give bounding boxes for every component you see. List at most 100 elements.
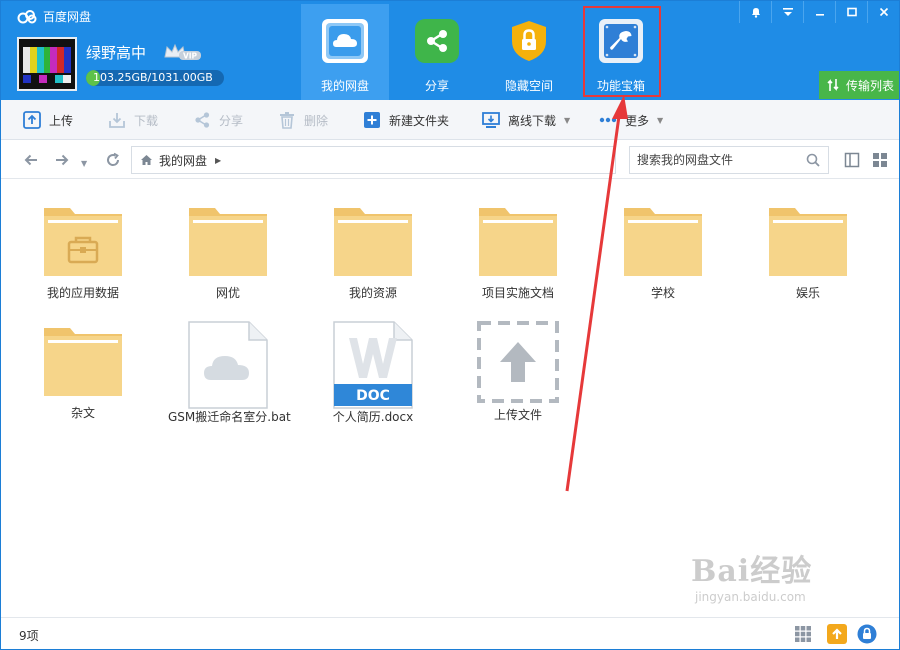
app-data-folder-icon xyxy=(23,200,143,278)
tab-share[interactable]: 分享 xyxy=(393,4,481,100)
transfer-list-label: 传输列表 xyxy=(846,78,895,93)
minimize-icon[interactable] xyxy=(803,1,835,23)
grid-view-icon[interactable] xyxy=(872,152,888,168)
baidu-cloud-logo-icon xyxy=(17,9,37,23)
download-icon xyxy=(109,113,125,128)
delete-label: 删除 xyxy=(304,113,329,128)
search-box[interactable] xyxy=(629,146,829,174)
new-folder-icon xyxy=(364,112,380,128)
lock-status-icon[interactable] xyxy=(857,624,877,644)
app-brand: 百度网盘 xyxy=(17,8,91,25)
offline-download-button[interactable]: 离线下载 ▼ xyxy=(482,100,570,140)
file-item[interactable]: DOC 个人简历.docx xyxy=(313,320,433,430)
baidu-netdisk-window: 百度网盘 绿野高中 VIP 103.25GB/1031.00GB 我的网盘 分享… xyxy=(0,0,900,650)
maximize-icon[interactable] xyxy=(835,1,867,23)
search-icon[interactable] xyxy=(806,153,820,167)
folder-item[interactable]: 我的应用数据 xyxy=(23,200,143,310)
upload-file-tile[interactable]: 上传文件 xyxy=(458,320,578,430)
offline-download-icon xyxy=(482,112,500,128)
close-icon[interactable] xyxy=(867,1,899,23)
svg-text:DOC: DOC xyxy=(356,388,390,404)
download-label: 下载 xyxy=(134,113,159,128)
bell-icon[interactable] xyxy=(739,1,771,23)
cloud-icon xyxy=(322,19,368,63)
avatar[interactable] xyxy=(17,37,77,91)
list-view-icon[interactable] xyxy=(844,152,860,168)
folder-icon xyxy=(168,200,288,278)
upload-button[interactable]: 上传 xyxy=(23,100,73,140)
download-button[interactable]: 下载 xyxy=(108,100,158,140)
chevron-right-icon[interactable]: ▶ xyxy=(215,156,221,165)
delete-button[interactable]: 删除 xyxy=(278,100,328,140)
folder-icon xyxy=(748,200,868,278)
folder-item[interactable]: 项目实施文档 xyxy=(458,200,578,310)
item-name: 学校 xyxy=(650,286,675,300)
bat-file-icon xyxy=(168,320,288,410)
new-folder-button[interactable]: 新建文件夹 xyxy=(363,100,449,140)
breadcrumb[interactable]: 我的网盘 ▶ xyxy=(131,146,616,174)
folder-icon xyxy=(313,200,433,278)
refresh-icon[interactable] xyxy=(105,152,121,171)
item-count: 9项 xyxy=(19,629,39,643)
tab-label: 分享 xyxy=(424,79,449,93)
more-button[interactable]: 更多 ▼ xyxy=(599,100,663,140)
apps-grid-icon[interactable] xyxy=(794,625,812,643)
transfer-list-button[interactable]: 传输列表 xyxy=(819,71,899,99)
new-folder-label: 新建文件夹 xyxy=(389,113,450,128)
file-item[interactable]: GSM搬迁命名室分.bat xyxy=(168,320,291,430)
lock-shield-icon xyxy=(507,19,551,63)
upload-icon xyxy=(23,111,41,129)
share-icon xyxy=(195,112,210,128)
share-label: 分享 xyxy=(219,113,244,128)
item-name: 娱乐 xyxy=(795,286,820,300)
status-bar: 9项 xyxy=(1,617,899,649)
storage-quota-bar: 103.25GB/1031.00GB xyxy=(86,70,224,86)
folder-icon xyxy=(458,200,578,278)
caret-down-icon: ▼ xyxy=(657,115,664,125)
caret-down-icon: ▼ xyxy=(564,115,571,125)
vip-badge-text: VIP xyxy=(183,52,198,61)
share-toolbar-button[interactable]: 分享 xyxy=(193,100,243,140)
folder-item[interactable]: 杂文 xyxy=(23,320,143,430)
tab-my-netdisk[interactable]: 我的网盘 xyxy=(301,4,389,100)
tab-label: 隐藏空间 xyxy=(504,79,553,93)
folder-item[interactable]: 学校 xyxy=(603,200,723,310)
item-name: 我的应用数据 xyxy=(46,286,119,300)
tab-label: 功能宝箱 xyxy=(596,79,645,93)
toolbar: 上传 下载 分享 删除 新建文件夹 离线下载 ▼ 更多 ▼ xyxy=(1,100,899,140)
item-name: 杂文 xyxy=(70,406,95,420)
folder-item[interactable]: 网优 xyxy=(168,200,288,310)
folder-item[interactable]: 我的资源 xyxy=(313,200,433,310)
history-dropdown-icon[interactable]: ▼ xyxy=(81,156,87,172)
item-name: 个人简历.docx xyxy=(332,410,414,424)
window-controls xyxy=(739,1,899,23)
forward-arrow-icon[interactable] xyxy=(54,152,70,171)
item-name: 项目实施文档 xyxy=(481,286,554,300)
home-icon xyxy=(141,155,152,165)
docx-file-icon: DOC xyxy=(313,320,433,410)
folder-item[interactable]: 娱乐 xyxy=(748,200,868,310)
trash-icon xyxy=(280,112,294,129)
item-name: 上传文件 xyxy=(493,408,542,422)
vip-crown-badge-icon[interactable]: VIP xyxy=(163,43,203,61)
upload-status-icon[interactable] xyxy=(827,624,847,644)
back-arrow-icon[interactable] xyxy=(23,152,39,171)
breadcrumb-root[interactable]: 我的网盘 xyxy=(159,152,207,169)
header-bar: 百度网盘 绿野高中 VIP 103.25GB/1031.00GB 我的网盘 分享… xyxy=(1,1,899,100)
folder-icon xyxy=(23,320,143,398)
more-label: 更多 xyxy=(625,113,650,128)
more-dots-icon xyxy=(599,117,617,123)
file-grid: 我的应用数据 网优 我的资源 项目实施文档 学校 娱乐 杂文 GSM搬迁命名室分… xyxy=(1,180,899,617)
share-icon xyxy=(415,19,459,63)
upload-label: 上传 xyxy=(49,113,74,128)
folder-icon xyxy=(603,200,723,278)
tab-toolbox[interactable]: 功能宝箱 xyxy=(577,4,665,100)
tab-hidden-space[interactable]: 隐藏空间 xyxy=(485,4,573,100)
user-name[interactable]: 绿野高中 xyxy=(86,42,146,63)
item-name: 网优 xyxy=(215,286,240,300)
menu-dropdown-icon[interactable] xyxy=(771,1,803,23)
offline-download-label: 离线下载 xyxy=(508,113,557,128)
quota-text: 103.25GB/1031.00GB xyxy=(93,71,213,84)
search-input[interactable] xyxy=(630,147,800,173)
app-title: 百度网盘 xyxy=(43,10,92,24)
